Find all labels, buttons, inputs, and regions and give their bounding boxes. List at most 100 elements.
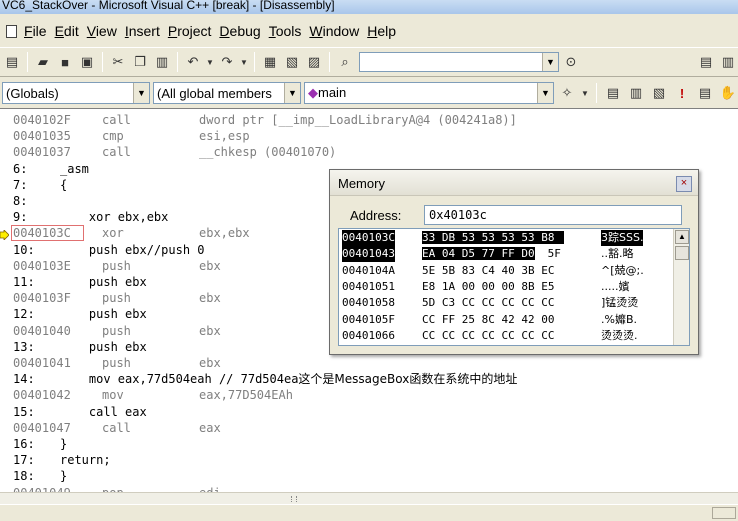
asm-mnemonic: cmp: [102, 129, 124, 144]
copy-icon[interactable]: ❐: [130, 52, 150, 72]
paste-icon[interactable]: ▥: [152, 52, 172, 72]
asm-operands: ebx: [199, 291, 221, 306]
memory-ascii: ]锰烫烫: [601, 296, 639, 310]
memory-row[interactable]: 0040104A 5E 5B 83 C4 40 3B EC ^[兢@;.: [339, 263, 673, 279]
source-code: push ebx: [60, 339, 147, 354]
close-icon[interactable]: ×: [676, 176, 692, 192]
redo-dropdown-icon[interactable]: ▼: [239, 52, 249, 72]
save-icon[interactable]: ■: [55, 52, 75, 72]
find-combo[interactable]: ▼: [359, 52, 559, 72]
standard-toolbar: ▤ ▰ ■ ▣ ✂ ❐ ▥ ↶ ▼ ↷ ▼ ▦ ▧ ▨ ⌕ ▼ ⊙ ▤ ▥: [0, 47, 738, 77]
chevron-down-icon[interactable]: ▼: [537, 83, 553, 103]
menu-file[interactable]: File: [20, 23, 51, 39]
asm-address: 00401035: [13, 129, 71, 144]
memory-row[interactable]: 00401066 CC CC CC CC CC CC CC 烫烫烫.: [339, 328, 673, 344]
memory-ascii: ..豁.略: [601, 247, 634, 261]
menu-accelerator: F: [24, 23, 33, 39]
compile-icon[interactable]: ▤: [696, 52, 716, 72]
class-combo[interactable]: (Globals) ▼: [2, 82, 150, 104]
asm-line: 00401035 cmp esi,esp: [0, 128, 738, 144]
menu-view[interactable]: View: [83, 23, 121, 39]
memory-row[interactable]: 00401058 5D C3 CC CC CC CC CC]锰烫烫: [339, 295, 673, 311]
address-input[interactable]: 0x40103c: [424, 205, 682, 225]
chevron-down-icon[interactable]: ▼: [133, 83, 149, 103]
memory-row[interactable]: 00401043 EA 04 D5 77 FF D0 5F ..豁.略: [339, 246, 673, 263]
open-folder-icon[interactable]: ▰: [33, 52, 53, 72]
line-number: 10:: [13, 242, 35, 257]
scroll-thumb[interactable]: [675, 246, 689, 260]
memory-bytes-selected: 5E 5B 83 C4 40 3B EC: [422, 263, 555, 277]
line-number: 13:: [13, 339, 35, 354]
line-number: 7:: [13, 177, 28, 192]
memory-titlebar[interactable]: Memory ×: [330, 170, 698, 196]
menu-edit[interactable]: Edit: [51, 23, 83, 39]
find-in-files-icon[interactable]: ⌕: [335, 52, 355, 72]
class-combo-value: (Globals): [6, 85, 59, 101]
save-all-icon[interactable]: ▣: [77, 52, 97, 72]
menu-tools[interactable]: Tools: [265, 23, 306, 39]
source-text: push ebx//push 0: [60, 242, 205, 258]
members-combo[interactable]: ◆main ▼: [304, 82, 554, 104]
splitter-grip[interactable]: [291, 496, 297, 502]
menu-label-rest: nsert: [128, 23, 160, 39]
memory-bytes: 5D C3 CC CC CC CC CC: [422, 295, 554, 311]
execute-icon[interactable]: !: [672, 83, 692, 103]
stop-build-icon[interactable]: ▧: [649, 83, 669, 103]
filter-combo[interactable]: (All global members ▼: [153, 82, 301, 104]
memory-address: 0040105F: [342, 312, 395, 326]
build-project-icon[interactable]: ▥: [626, 83, 646, 103]
insert-breakpoint-icon[interactable]: ✋: [718, 83, 738, 103]
memory-grid[interactable]: ▲ 0040103C 33 DB 53 53 53 53 B8 3踪SSS. 0040…: [338, 228, 690, 346]
vertical-scrollbar[interactable]: ▲: [673, 229, 689, 345]
horizontal-scrollbar[interactable]: [0, 492, 738, 504]
asm-address: 00401040: [13, 323, 71, 338]
memory-row[interactable]: 00401051 E8 1A 00 00 00 8B E5 .....嬪: [339, 279, 673, 295]
source-text: _asm: [60, 161, 89, 177]
menu-project[interactable]: Project: [164, 23, 216, 39]
window-list-icon[interactable]: ▨: [304, 52, 324, 72]
menu-bar: File Edit View Insert Project Debug Tools Windo…: [0, 19, 738, 43]
menu-label-rest: ile: [32, 23, 47, 39]
source-code: push ebx: [60, 307, 147, 322]
memory-title: Memory: [338, 176, 385, 191]
menu-label-rest: roject: [177, 23, 212, 39]
workspace-icon[interactable]: ▦: [260, 52, 280, 72]
chevron-down-icon[interactable]: ▼: [284, 83, 300, 103]
line-number: 8:: [13, 194, 28, 208]
source-text: push ebx: [60, 306, 147, 322]
function-icon: ◆: [308, 85, 318, 100]
memory-window[interactable]: Memory × Address: 0x40103c ▲ 0040103C 33 …: [329, 169, 699, 355]
chevron-down-icon[interactable]: ▼: [542, 53, 558, 71]
menu-help[interactable]: Help: [363, 23, 400, 39]
memory-bytes: E8 1A 00 00 00 8B E5: [422, 279, 554, 295]
menu-window[interactable]: Window: [305, 23, 363, 39]
source-text: xor ebx,ebx: [60, 209, 168, 225]
asm-operands: ebx: [199, 258, 221, 273]
memory-row[interactable]: 0040103C 33 DB 53 53 53 53 B8 3踪SSS.: [339, 230, 673, 246]
compile-file-icon[interactable]: ▤: [603, 83, 623, 103]
output-icon[interactable]: ▧: [282, 52, 302, 72]
wizard-wand-icon[interactable]: ✧: [557, 83, 577, 103]
menu-insert[interactable]: Insert: [121, 23, 164, 39]
memory-ascii: .....嬪: [601, 279, 630, 293]
wizard-dropdown-icon[interactable]: ▼: [580, 83, 590, 103]
asm-operands: esi,esp: [199, 129, 250, 144]
memory-address: 00401051: [342, 279, 395, 293]
new-file-icon[interactable]: ▤: [2, 52, 22, 72]
redo-icon[interactable]: ↷: [217, 52, 237, 72]
toolbar-separator: [596, 83, 597, 103]
wizardbar-toolbar: (Globals) ▼ (All global members ▼ ◆main …: [0, 80, 738, 106]
build-icon[interactable]: ▥: [718, 52, 738, 72]
memory-bytes: CC FF 25 8C 42 42 00: [422, 312, 554, 328]
asm-line: 0040102F call dword ptr [__imp__LoadLibrar…: [0, 112, 738, 128]
memory-bytes-selected: CC FF 25 8C 42 42 00: [422, 312, 555, 326]
undo-icon[interactable]: ↶: [183, 52, 203, 72]
menu-debug[interactable]: Debug: [215, 23, 264, 39]
scroll-up-icon[interactable]: ▲: [675, 230, 689, 244]
find-binoculars-icon[interactable]: ⊙: [561, 52, 581, 72]
go-icon[interactable]: ▤: [695, 83, 715, 103]
memory-row[interactable]: 0040105F CC FF 25 8C 42 42 00 .%孊B.: [339, 312, 673, 328]
undo-dropdown-icon[interactable]: ▼: [205, 52, 215, 72]
document-icon[interactable]: [4, 24, 18, 38]
cut-icon[interactable]: ✂: [108, 52, 128, 72]
